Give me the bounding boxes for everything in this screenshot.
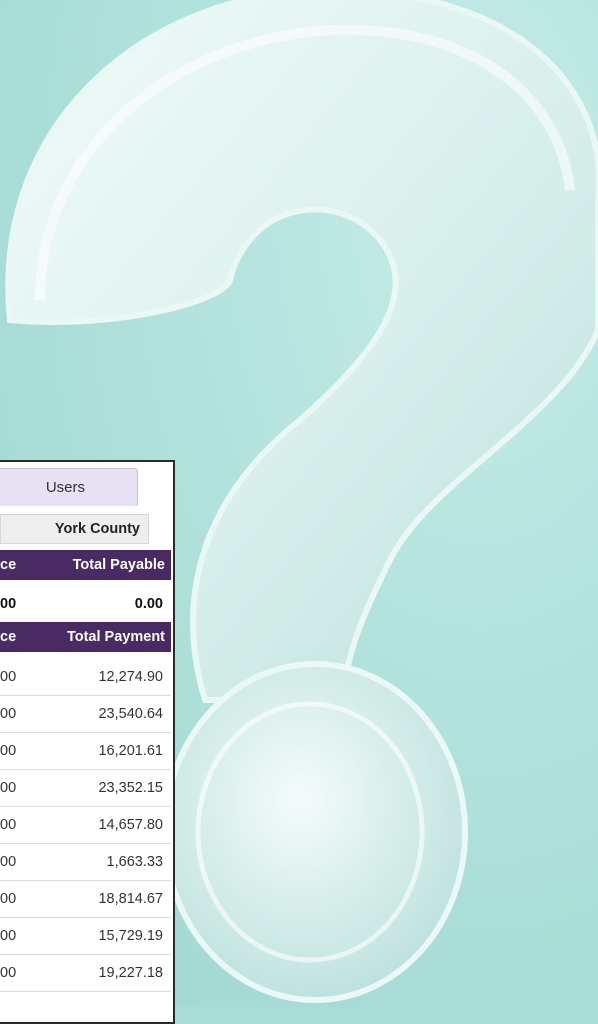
total-payment-value: 15,729.19 (98, 928, 163, 944)
total-payment-column-header: Total Payment (66, 629, 165, 645)
tab-users[interactable]: Users (0, 468, 138, 506)
county-label-row: York County (0, 514, 149, 544)
table-row: 00 16,201.61 (0, 733, 171, 770)
tab-users-label: Users (45, 479, 85, 496)
payable-left-fragment: 00 (0, 596, 17, 612)
row-left-fragment: 00 (0, 817, 17, 833)
total-payment-header: ce Total Payment (0, 622, 171, 652)
total-payment-value: 16,201.61 (98, 743, 163, 759)
row-left-fragment: 00 (0, 669, 17, 685)
payable-header-left-fragment: ce (0, 557, 17, 573)
table-row: 00 15,729.19 (0, 918, 171, 955)
total-payment-value: 18,814.67 (98, 891, 163, 907)
payable-row: 00 0.00 (0, 586, 171, 623)
total-payment-value: 19,227.18 (98, 965, 163, 981)
row-left-fragment: 00 (0, 928, 17, 944)
row-left-fragment: 00 (0, 891, 17, 907)
row-left-fragment: 00 (0, 854, 17, 870)
total-payment-value: 1,663.33 (106, 854, 163, 870)
total-payment-value: 23,352.15 (98, 780, 163, 796)
county-name: York County (54, 521, 140, 537)
total-payable-header: ce Total Payable (0, 550, 171, 580)
total-payment-value: 23,540.64 (98, 706, 163, 722)
table-row: 00 23,352.15 (0, 770, 171, 807)
row-left-fragment: 00 (0, 743, 17, 759)
row-left-fragment: 00 (0, 706, 17, 722)
total-payable-column-header: Total Payable (72, 557, 165, 573)
table-row: 00 23,540.64 (0, 696, 171, 733)
county-users-panel: Users York County ce Total Payable 00 0.… (0, 460, 175, 1024)
row-left-fragment: 00 (0, 780, 17, 796)
payment-header-left-fragment: ce (0, 629, 17, 645)
table-row: 00 19,227.18 (0, 955, 171, 992)
table-row: 00 12,274.90 (0, 659, 171, 696)
table-row: 00 14,657.80 (0, 807, 171, 844)
total-payment-value: 12,274.90 (98, 669, 163, 685)
table-row: 00 1,663.33 (0, 844, 171, 881)
table-row: 00 18,814.67 (0, 881, 171, 918)
total-payable-value: 0.00 (134, 596, 163, 612)
row-left-fragment: 00 (0, 965, 17, 981)
total-payment-value: 14,657.80 (98, 817, 163, 833)
